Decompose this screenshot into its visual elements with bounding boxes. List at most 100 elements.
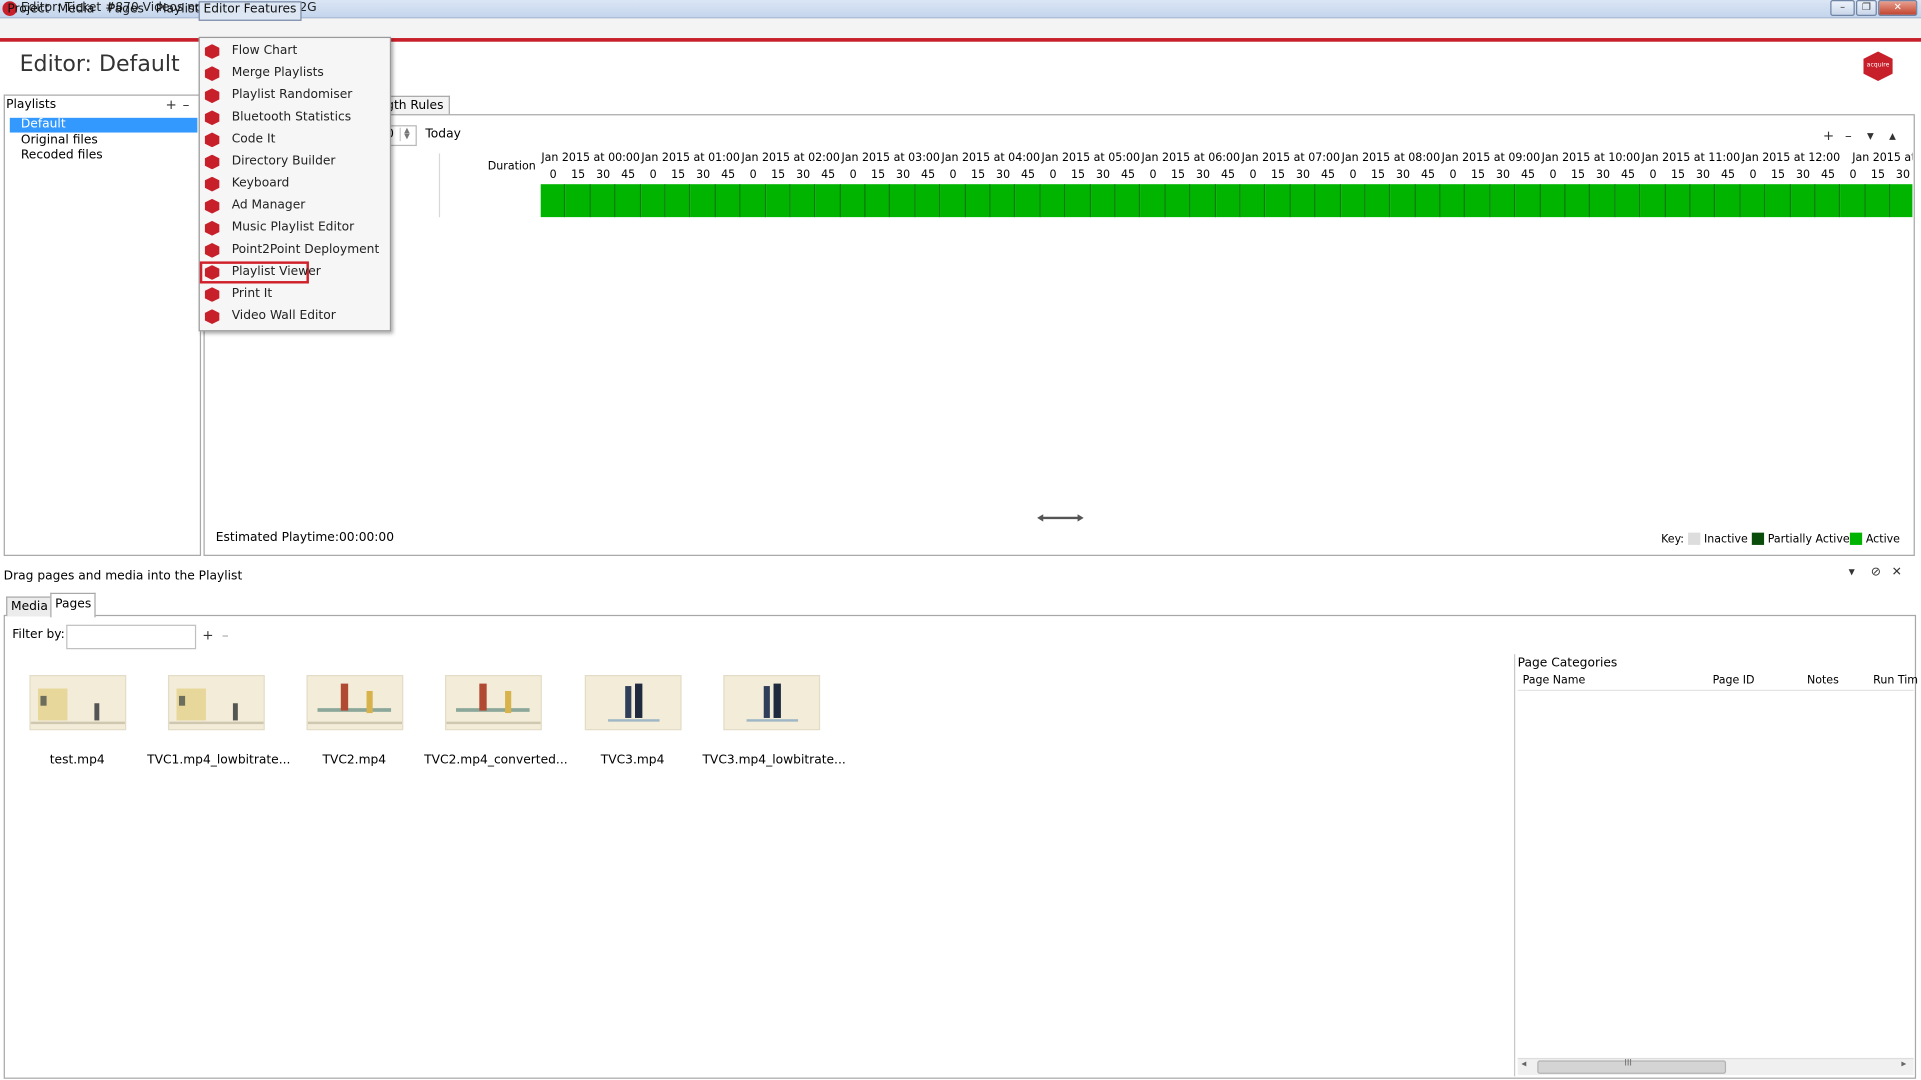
timeline-cell[interactable] bbox=[1090, 184, 1116, 218]
menu-item-merge-playlists[interactable]: Merge Playlists bbox=[200, 63, 390, 85]
filter-remove-button[interactable]: – bbox=[222, 627, 229, 643]
scroll-right-icon[interactable]: ▸ bbox=[1901, 1058, 1906, 1069]
menu-project[interactable]: Project bbox=[4, 1, 53, 18]
timeline-cell[interactable] bbox=[1540, 184, 1566, 218]
timeline-cell[interactable] bbox=[1890, 184, 1913, 218]
timeline-cell[interactable] bbox=[1065, 184, 1091, 218]
timeline-cell[interactable] bbox=[1365, 184, 1391, 218]
schedule-timeline[interactable] bbox=[540, 184, 1913, 218]
timeline-cell[interactable] bbox=[665, 184, 691, 218]
timeline-cell[interactable] bbox=[1490, 184, 1516, 218]
panel-menu-icon[interactable]: ▾ bbox=[1849, 566, 1855, 580]
scroll-left-icon[interactable]: ◂ bbox=[1521, 1058, 1526, 1069]
filter-add-button[interactable]: + bbox=[202, 627, 213, 643]
timeline-cell[interactable] bbox=[1140, 184, 1166, 218]
menu-item-ad-manager[interactable]: Ad Manager bbox=[200, 195, 390, 217]
zoom-out-button[interactable]: – bbox=[1845, 128, 1852, 144]
media-item[interactable]: TVC3.mp4_lowbitrate... bbox=[702, 676, 846, 767]
timeline-cell[interactable] bbox=[640, 184, 666, 218]
timeline-cell[interactable] bbox=[615, 184, 641, 218]
timeline-cell[interactable] bbox=[1215, 184, 1241, 218]
timeline-cell[interactable] bbox=[690, 184, 716, 218]
today-button[interactable]: Today bbox=[425, 128, 460, 142]
timeline-cell[interactable] bbox=[965, 184, 991, 218]
media-item[interactable]: TVC2.mp4 bbox=[286, 676, 423, 767]
timeline-cell[interactable] bbox=[790, 184, 816, 218]
media-item[interactable]: test.mp4 bbox=[9, 676, 146, 767]
timeline-cell[interactable] bbox=[1040, 184, 1066, 218]
close-icon[interactable]: ✕ bbox=[1878, 0, 1918, 16]
timeline-cell[interactable] bbox=[1015, 184, 1041, 218]
timeline-cell[interactable] bbox=[1790, 184, 1816, 218]
col-notes[interactable]: Notes bbox=[1807, 675, 1839, 687]
timeline-cell[interactable] bbox=[740, 184, 766, 218]
timeline-cell[interactable] bbox=[1390, 184, 1416, 218]
menu-item-keyboard[interactable]: Keyboard bbox=[200, 173, 390, 195]
timeline-cell[interactable] bbox=[1415, 184, 1441, 218]
timeline-cell[interactable] bbox=[1615, 184, 1641, 218]
timeline-cell[interactable] bbox=[865, 184, 891, 218]
timeline-cell[interactable] bbox=[1465, 184, 1491, 218]
timeline-cell[interactable] bbox=[1290, 184, 1316, 218]
restore-icon[interactable]: ❐ bbox=[1856, 0, 1877, 16]
zoom-in-button[interactable]: + bbox=[1823, 128, 1834, 144]
timeline-cell[interactable] bbox=[765, 184, 791, 218]
remove-playlist-button[interactable]: – bbox=[183, 97, 190, 113]
timeline-cell[interactable] bbox=[1840, 184, 1866, 218]
tab-length-rules[interactable]: gth Rules bbox=[382, 95, 450, 116]
timeline-cell[interactable] bbox=[1240, 184, 1266, 218]
timeline-cell[interactable] bbox=[940, 184, 966, 218]
timeline-cell[interactable] bbox=[815, 184, 841, 218]
panel-close-icon[interactable]: ✕ bbox=[1892, 566, 1902, 580]
media-item[interactable]: TVC2.mp4_converted... bbox=[424, 676, 568, 767]
timeline-cell[interactable] bbox=[1565, 184, 1591, 218]
menu-media[interactable]: Media bbox=[54, 1, 98, 18]
col-page-name[interactable]: Page Name bbox=[1523, 675, 1586, 687]
menu-item-playlist-randomiser[interactable]: Playlist Randomiser bbox=[200, 85, 390, 107]
col-run-time[interactable]: Run Tim bbox=[1873, 675, 1918, 687]
timeline-cell[interactable] bbox=[1115, 184, 1141, 218]
minimize-icon[interactable]: – bbox=[1830, 0, 1855, 16]
menu-item-playlist-viewer[interactable]: Playlist Viewer bbox=[199, 261, 390, 284]
menu-item-bluetooth-statistics[interactable]: Bluetooth Statistics bbox=[200, 107, 390, 129]
media-item[interactable]: TVC3.mp4 bbox=[564, 676, 701, 767]
splitter-handle-icon[interactable] bbox=[1037, 514, 1084, 522]
timeline-cell[interactable] bbox=[1665, 184, 1691, 218]
menu-item-music-playlist-editor[interactable]: Music Playlist Editor bbox=[200, 217, 390, 239]
playlist-item-recoded[interactable]: Recoded files bbox=[10, 149, 198, 164]
timeline-cell[interactable] bbox=[1590, 184, 1616, 218]
menu-item-directory-builder[interactable]: Directory Builder bbox=[200, 151, 390, 173]
timeline-cell[interactable] bbox=[1640, 184, 1666, 218]
timeline-cell[interactable] bbox=[890, 184, 916, 218]
menu-item-flow-chart[interactable]: Flow Chart bbox=[200, 41, 390, 63]
timeline-cell[interactable] bbox=[540, 184, 566, 218]
playlist-item-original[interactable]: Original files bbox=[10, 134, 198, 149]
tab-media[interactable]: Media bbox=[6, 596, 53, 617]
timeline-cell[interactable] bbox=[1315, 184, 1341, 218]
timeline-cell[interactable] bbox=[915, 184, 941, 218]
timeline-cell[interactable] bbox=[990, 184, 1016, 218]
timeline-cell[interactable] bbox=[1815, 184, 1841, 218]
media-item[interactable]: TVC1.mp4_lowbitrate... bbox=[147, 676, 290, 767]
menu-item-print-it[interactable]: Print It bbox=[200, 284, 390, 306]
timeline-cell[interactable] bbox=[1865, 184, 1891, 218]
filter-input[interactable] bbox=[66, 624, 197, 650]
menu-item-video-wall-editor[interactable]: Video Wall Editor bbox=[200, 306, 390, 328]
menu-pages[interactable]: Pages bbox=[104, 1, 147, 18]
timeline-cell[interactable] bbox=[1690, 184, 1716, 218]
timeline-cell[interactable] bbox=[1165, 184, 1191, 218]
scroll-down-button[interactable]: ▾ bbox=[1867, 128, 1874, 144]
playlist-item-default[interactable]: Default bbox=[9, 117, 198, 133]
scroll-up-button[interactable]: ▴ bbox=[1889, 128, 1896, 144]
menu-item-point2point-deployment[interactable]: Point2Point Deployment bbox=[200, 239, 390, 261]
tab-pages[interactable]: Pages bbox=[50, 592, 97, 618]
timeline-cell[interactable] bbox=[1265, 184, 1291, 218]
timeline-cell[interactable] bbox=[1340, 184, 1366, 218]
col-page-id[interactable]: Page ID bbox=[1713, 675, 1755, 687]
timeline-cell[interactable] bbox=[1740, 184, 1766, 218]
timeline-cell[interactable] bbox=[1440, 184, 1466, 218]
timeline-cell[interactable] bbox=[840, 184, 866, 218]
timeline-cell[interactable] bbox=[590, 184, 616, 218]
timeline-cell[interactable] bbox=[1715, 184, 1741, 218]
timeline-cell[interactable] bbox=[1515, 184, 1541, 218]
